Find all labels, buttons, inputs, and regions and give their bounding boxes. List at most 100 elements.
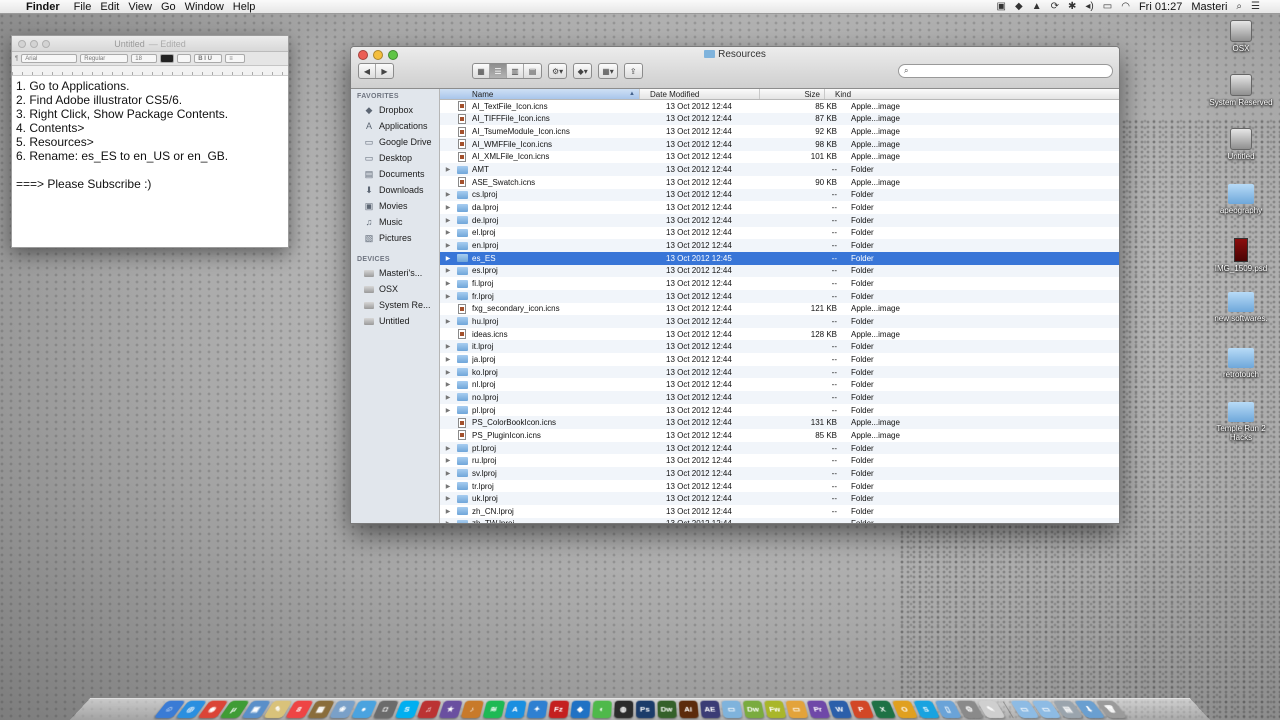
evernote-dock-icon[interactable]: ◐: [591, 700, 612, 719]
appstore-dock-icon[interactable]: A: [503, 700, 527, 719]
table-row[interactable]: ▶ ko.lproj 13 Oct 2012 12:44 -- Folder: [440, 365, 1119, 379]
te-close-button[interactable]: [18, 40, 26, 48]
premiere-dock-icon[interactable]: Pr: [806, 700, 830, 719]
facetime-dock-icon[interactable]: ◘: [372, 700, 399, 719]
sidebar-item-pictures[interactable]: ▧ Pictures: [351, 230, 439, 246]
table-row[interactable]: AI_TextFile_Icon.icns 13 Oct 2012 12:44 85…: [440, 100, 1119, 113]
search-field[interactable]: ⌕: [898, 64, 1113, 78]
clock[interactable]: Fri 01:27: [1139, 1, 1182, 13]
table-row[interactable]: ▶ nl.lproj 13 Oct 2012 12:44 -- Folder: [440, 378, 1119, 391]
textedit-document[interactable]: 1. Go to Applications. 2. Find Adobe ill…: [12, 76, 288, 194]
column-view-button[interactable]: ▥: [507, 64, 524, 78]
user-name[interactable]: Masteri: [1191, 1, 1227, 13]
te-zoom-button[interactable]: [42, 40, 50, 48]
table-row[interactable]: ▶ pt.lproj 13 Oct 2012 12:44 -- Folder: [440, 441, 1119, 455]
disclosure-triangle-icon[interactable]: ▶: [440, 280, 456, 287]
disclosure-triangle-icon[interactable]: ▶: [440, 457, 456, 464]
sidebar-item-music[interactable]: ♫ Music: [351, 214, 439, 230]
menu-app-name[interactable]: Finder: [26, 1, 74, 13]
te-minimize-button[interactable]: [30, 40, 38, 48]
dropbox-status-icon[interactable]: ◆: [1015, 1, 1023, 12]
column-header-date[interactable]: Date Modified: [640, 89, 760, 99]
table-row[interactable]: ▶ uk.lproj 13 Oct 2012 12:44 -- Folder: [440, 492, 1119, 505]
action-gear-icon[interactable]: ⚙▾: [549, 64, 566, 78]
sidebar-device-computer[interactable]: Masteri's...: [351, 265, 439, 281]
table-row[interactable]: AI_TIFFFile_Icon.icns 13 Oct 2012 12:44 87…: [440, 112, 1119, 126]
disclosure-triangle-icon[interactable]: ▶: [440, 318, 456, 325]
sidebar-item-dropbox[interactable]: ◆ Dropbox: [351, 102, 439, 118]
column-header-kind[interactable]: Kind: [825, 89, 1119, 99]
itunes-dock-icon[interactable]: ♫: [416, 700, 441, 719]
table-row[interactable]: ▶ el.lproj 13 Oct 2012 12:44 -- Folder: [440, 227, 1119, 240]
notification-center-icon[interactable]: ☰: [1251, 1, 1260, 12]
table-row[interactable]: ▶ cs.lproj 13 Oct 2012 12:44 -- Folder: [440, 188, 1119, 202]
table-row[interactable]: ▶ es.lproj 13 Oct 2012 12:44 -- Folder: [440, 264, 1119, 278]
desktop-icon-untitled[interactable]: Untitled: [1206, 128, 1276, 161]
sidebar-device-untitled[interactable]: Untitled: [351, 313, 439, 329]
table-row[interactable]: ▶ it.lproj 13 Oct 2012 12:44 -- Folder: [440, 340, 1119, 354]
screen-recorder-icon[interactable]: ▣: [997, 1, 1006, 12]
disclosure-triangle-icon[interactable]: ▶: [440, 293, 456, 300]
disclosure-triangle-icon[interactable]: ▶: [440, 343, 456, 350]
filezilla-dock-icon[interactable]: Fz: [547, 700, 569, 719]
disclosure-triangle-icon[interactable]: ▶: [440, 470, 456, 477]
table-row[interactable]: ▶ tr.lproj 13 Oct 2012 12:44 -- Folder: [440, 480, 1119, 493]
menu-edit[interactable]: Edit: [100, 1, 128, 13]
table-row[interactable]: ▶ es_ES 13 Oct 2012 12:45 -- Folder: [440, 251, 1119, 265]
disclosure-triangle-icon[interactable]: ▶: [440, 356, 456, 363]
table-row[interactable]: ▶ da.lproj 13 Oct 2012 12:44 -- Folder: [440, 201, 1119, 214]
back-button[interactable]: ◀: [359, 64, 376, 78]
menu-view[interactable]: View: [128, 1, 161, 13]
dropbox-toolbar-icon[interactable]: ◆▾: [574, 64, 591, 78]
desktop-icon-temple-run-2-hacks[interactable]: Temple Run 2 Hacks: [1206, 402, 1276, 442]
excel-dock-icon[interactable]: X: [870, 700, 896, 719]
menu-help[interactable]: Help: [233, 1, 265, 13]
desktop-icon-new-softwares[interactable]: new softwares.: [1206, 292, 1276, 323]
battery-icon[interactable]: ▭: [1103, 1, 1112, 12]
table-row[interactable]: PS_PluginIcon.icns 13 Oct 2012 12:44 85 KB…: [440, 429, 1119, 442]
table-row[interactable]: ideas.icns 13 Oct 2012 12:44 128 KB Apple..…: [440, 328, 1119, 341]
textedit-titlebar[interactable]: Untitled — Edited: [12, 36, 288, 52]
network-dock-icon[interactable]: ✦: [525, 700, 548, 719]
powerpoint-dock-icon[interactable]: P: [848, 700, 874, 719]
disclosure-triangle-icon[interactable]: ▶: [440, 445, 456, 452]
desktop-icon-img-1509-psd[interactable]: IMG_1509.psd: [1206, 238, 1276, 273]
sidebar-item-movies[interactable]: ▣ Movies: [351, 198, 439, 214]
volume-icon[interactable]: ◂): [1085, 1, 1093, 12]
illustrator-dock-icon[interactable]: Ai: [678, 700, 699, 719]
table-row[interactable]: ▶ pl.lproj 13 Oct 2012 12:44 -- Folder: [440, 404, 1119, 417]
desktop-icon-retrotouch[interactable]: retrotouch: [1206, 348, 1276, 379]
table-row[interactable]: ▶ no.lproj 13 Oct 2012 12:44 -- Folder: [440, 391, 1119, 404]
list-view-button[interactable]: ☰: [490, 64, 507, 78]
spotify-dock-icon[interactable]: ≋: [481, 700, 505, 719]
night-dock-icon[interactable]: ◍: [613, 700, 633, 719]
sidebar-item-documents[interactable]: ▤ Documents: [351, 166, 439, 182]
skype-dock-icon[interactable]: S: [394, 700, 420, 719]
disclosure-triangle-icon[interactable]: ▶: [440, 394, 456, 401]
imovie-dock-icon[interactable]: ★: [438, 700, 463, 719]
table-row[interactable]: ▶ zh_TW.lproj13 Oct 2012 12:44--Folder: [440, 517, 1119, 523]
textedit-ruler[interactable]: [12, 66, 288, 76]
font-family-select[interactable]: Arial: [21, 54, 78, 63]
bluetooth-icon[interactable]: ✱: [1068, 1, 1076, 12]
folder-dock-icon[interactable]: ▭: [720, 700, 743, 719]
arrange-icon[interactable]: ▦▾: [599, 64, 617, 78]
sidebar-item-applications[interactable]: A Applications: [351, 118, 439, 134]
text-color-swatch[interactable]: [160, 54, 175, 63]
column-header-name[interactable]: Name ▲: [440, 89, 640, 99]
desktop-icon-apeography[interactable]: apeography: [1206, 184, 1276, 215]
disclosure-triangle-icon[interactable]: ▶: [440, 495, 456, 502]
column-header-size[interactable]: Size: [760, 89, 825, 99]
drive-status-icon[interactable]: ▲: [1032, 1, 1042, 12]
sidebar-device-osx[interactable]: OSX: [351, 281, 439, 297]
aftereffects-dock-icon[interactable]: AE: [699, 700, 721, 719]
table-row[interactable]: ASE_Swatch.icns 13 Oct 2012 12:44 90 KB App…: [440, 176, 1119, 189]
table-row[interactable]: ▶ ja.lproj 13 Oct 2012 12:44 -- Folder: [440, 353, 1119, 366]
table-row[interactable]: AI_XMLFile_Icon.icns 13 Oct 2012 12:44 101…: [440, 151, 1119, 164]
disclosure-triangle-icon[interactable]: ▶: [440, 369, 456, 376]
share-icon[interactable]: ⇪: [625, 64, 642, 78]
menu-window[interactable]: Window: [185, 1, 233, 13]
coverflow-view-button[interactable]: ▤: [524, 64, 541, 78]
sidebar-item-downloads[interactable]: ⬇ Downloads: [351, 182, 439, 198]
disclosure-triangle-icon[interactable]: ▶: [440, 508, 456, 515]
